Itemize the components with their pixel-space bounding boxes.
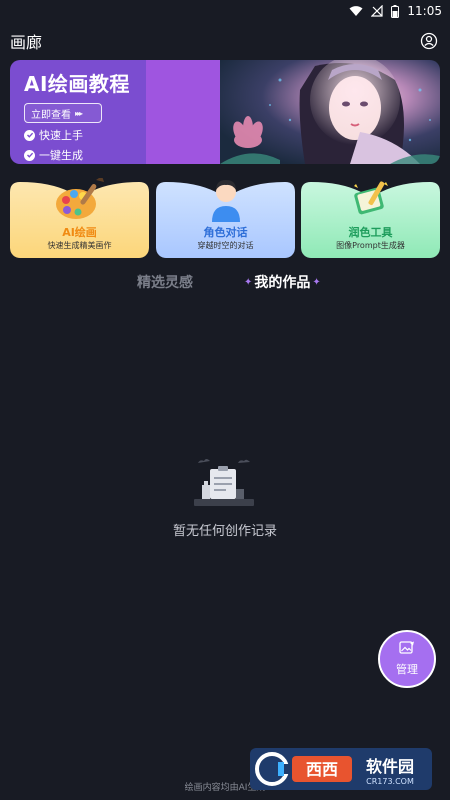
banner-text-panel: AI绘画教程 立即查看 ▸▸▸ 快速上手 一键生成: [10, 60, 146, 164]
app-header: 画廊: [0, 26, 450, 56]
profile-icon[interactable]: [420, 32, 438, 50]
no-signal-icon: [371, 5, 384, 17]
empty-state-text: 暂无任何创作记录: [172, 524, 277, 539]
tutorial-banner[interactable]: AI绘画教程 立即查看 ▸▸▸ 快速上手 一键生成: [10, 60, 440, 164]
card-title: 角色对话: [203, 226, 248, 239]
check-icon: [24, 149, 35, 161]
empty-state-illustration: [192, 455, 256, 511]
arrows-icon: ▸▸▸: [75, 108, 83, 118]
check-icon: [24, 129, 35, 141]
svg-text:西西: 西西: [306, 760, 338, 779]
status-bar: 11:05: [0, 0, 450, 22]
card-character-chat[interactable]: 角色对话 穿越时空的对话: [156, 178, 295, 258]
banner-title: AI绘画教程: [24, 72, 130, 96]
watermark-logo: 西西 软件园 CR173.COM: [250, 748, 432, 790]
svg-text:软件园: 软件园: [366, 757, 414, 776]
tab-my-works[interactable]: ✦ 我的作品 ✦: [244, 272, 321, 292]
gallery-tabs: 精选灵感 ✦ 我的作品 ✦: [0, 270, 450, 292]
view-now-button[interactable]: 立即查看 ▸▸▸: [24, 103, 102, 123]
banner-feature: 快速上手: [24, 127, 146, 143]
feature-cards: AI绘画 快速生成精美画作 角色对话 穿越时空的对话 润色工具 图像Prompt…: [10, 178, 440, 258]
banner-illustration: [220, 60, 440, 164]
banner-feature-label: 快速上手: [39, 129, 83, 142]
view-now-label: 立即查看: [31, 109, 71, 121]
character-avatar-icon: [206, 178, 246, 226]
page-title: 画廊: [10, 33, 43, 52]
battery-icon: [391, 4, 400, 18]
manage-button[interactable]: 管理: [378, 630, 436, 688]
book-pen-icon: [348, 178, 394, 224]
sparkle-icon: ✦: [312, 276, 321, 288]
status-time: 11:05: [407, 4, 442, 18]
banner-feature-label: 一键生成: [39, 149, 83, 162]
card-ai-painting[interactable]: AI绘画 快速生成精美画作: [10, 178, 149, 258]
card-subtitle: 快速生成精美画作: [47, 241, 112, 250]
card-subtitle: 穿越时空的对话: [197, 241, 254, 250]
card-subtitle: 图像Prompt生成器: [336, 241, 405, 250]
wifi-icon: [349, 5, 363, 17]
image-edit-icon: [399, 641, 415, 658]
manage-label: 管理: [396, 663, 418, 676]
banner-divider: [146, 60, 220, 164]
banner-feature: 一键生成: [24, 147, 146, 163]
card-title: AI绘画: [62, 226, 97, 239]
palette-icon: [52, 178, 108, 226]
card-polish-tool[interactable]: 润色工具 图像Prompt生成器: [301, 178, 440, 258]
sparkle-icon: ✦: [244, 276, 253, 288]
tab-my-works-label: 我的作品: [254, 275, 311, 291]
card-title: 润色工具: [348, 226, 393, 239]
tab-featured-inspiration[interactable]: 精选灵感: [137, 272, 193, 292]
svg-text:CR173.COM: CR173.COM: [366, 777, 414, 786]
